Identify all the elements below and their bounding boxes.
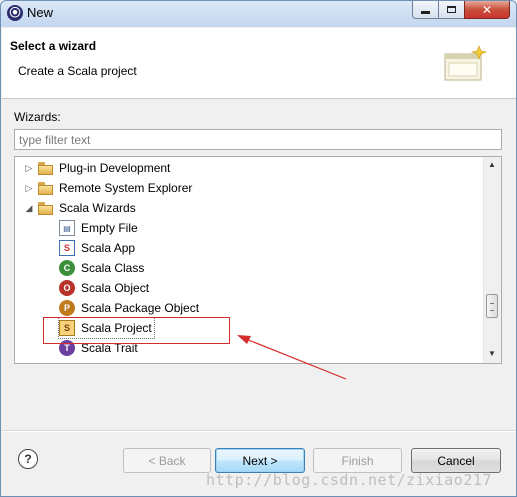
filter-input[interactable] bbox=[14, 129, 502, 150]
tree-item-scala-package-object[interactable]: P Scala Package Object bbox=[59, 298, 199, 318]
new-wizard-dialog: New ✕ Select a wizard Create a Scala pro… bbox=[0, 0, 517, 497]
tree-item-empty-file[interactable]: ▤ Empty File bbox=[59, 218, 138, 238]
scrollbar-thumb[interactable] bbox=[486, 294, 498, 318]
finish-button[interactable]: Finish bbox=[313, 448, 402, 473]
maximize-button[interactable] bbox=[438, 1, 465, 19]
file-icon: ▤ bbox=[59, 220, 75, 236]
wizards-label: Wizards: bbox=[14, 110, 61, 124]
tree-item-label: Scala Trait bbox=[81, 341, 138, 355]
tree-item-label: Remote System Explorer bbox=[59, 181, 193, 195]
cancel-button[interactable]: Cancel bbox=[411, 448, 501, 473]
next-button[interactable]: Next > bbox=[215, 448, 305, 473]
wizard-header: Select a wizard Create a Scala project bbox=[2, 28, 516, 99]
tree-item-scala-app[interactable]: S Scala App bbox=[59, 238, 135, 258]
tree-item-label: Scala App bbox=[81, 241, 136, 255]
tree-vertical-scrollbar[interactable]: ▲ ▼ bbox=[483, 157, 501, 363]
header-title: Select a wizard bbox=[10, 39, 97, 53]
scala-package-object-icon: P bbox=[59, 300, 75, 316]
tree-item-label: Scala Package Object bbox=[81, 301, 200, 315]
scala-class-icon: C bbox=[59, 260, 75, 276]
window-title: New bbox=[27, 5, 54, 20]
scroll-down-icon[interactable]: ▼ bbox=[488, 349, 496, 358]
tree-item-remote-system-explorer[interactable]: ▷ Remote System Explorer bbox=[23, 178, 193, 198]
title-bar[interactable]: New ✕ bbox=[1, 1, 516, 27]
back-button[interactable]: < Back bbox=[123, 448, 211, 473]
close-icon: ✕ bbox=[481, 2, 493, 17]
folder-icon bbox=[38, 181, 54, 195]
scala-trait-icon: T bbox=[59, 340, 75, 356]
maximize-icon bbox=[447, 6, 456, 13]
scala-object-icon: O bbox=[59, 280, 75, 296]
tree-item-scala-object[interactable]: O Scala Object bbox=[59, 278, 149, 298]
help-button[interactable]: ? bbox=[18, 449, 38, 469]
folder-icon bbox=[38, 161, 54, 175]
eclipse-icon bbox=[7, 5, 23, 21]
minimize-icon bbox=[421, 11, 430, 14]
scala-project-icon: S bbox=[59, 320, 75, 336]
tree-item-label: Scala Class bbox=[81, 261, 145, 275]
tree-item-plugin-development[interactable]: ▷ Plug-in Development bbox=[23, 158, 171, 178]
tree-item-label: Empty File bbox=[81, 221, 138, 235]
tree-item-label: Scala Object bbox=[81, 281, 150, 295]
watermark: http://blog.csdn.net/zixiao217 bbox=[206, 471, 492, 489]
button-bar-separator bbox=[2, 430, 516, 432]
wizard-tree[interactable]: ▷ Plug-in Development ▷ Remote System Ex… bbox=[14, 156, 502, 364]
wizard-banner-icon bbox=[444, 45, 487, 81]
header-description: Create a Scala project bbox=[18, 64, 137, 78]
folder-open-icon bbox=[38, 201, 54, 215]
tree-item-scala-project[interactable]: S Scala Project bbox=[58, 317, 155, 339]
tree-item-label: Scala Project bbox=[81, 321, 152, 335]
expand-arrow-icon[interactable]: ▷ bbox=[23, 178, 35, 198]
minimize-button[interactable] bbox=[412, 1, 439, 19]
tree-item-scala-wizards[interactable]: ◢ Scala Wizards bbox=[23, 198, 136, 218]
expand-arrow-icon[interactable]: ▷ bbox=[23, 158, 35, 178]
close-button[interactable]: ✕ bbox=[464, 1, 510, 19]
tree-item-scala-class[interactable]: C Scala Class bbox=[59, 258, 144, 278]
collapse-arrow-icon[interactable]: ◢ bbox=[23, 198, 35, 218]
tree-item-label: Scala Wizards bbox=[59, 201, 136, 215]
scala-app-icon: S bbox=[59, 240, 75, 256]
tree-item-scala-trait[interactable]: T Scala Trait bbox=[59, 338, 138, 358]
tree-item-label: Plug-in Development bbox=[59, 161, 171, 175]
scroll-up-icon[interactable]: ▲ bbox=[488, 160, 496, 169]
